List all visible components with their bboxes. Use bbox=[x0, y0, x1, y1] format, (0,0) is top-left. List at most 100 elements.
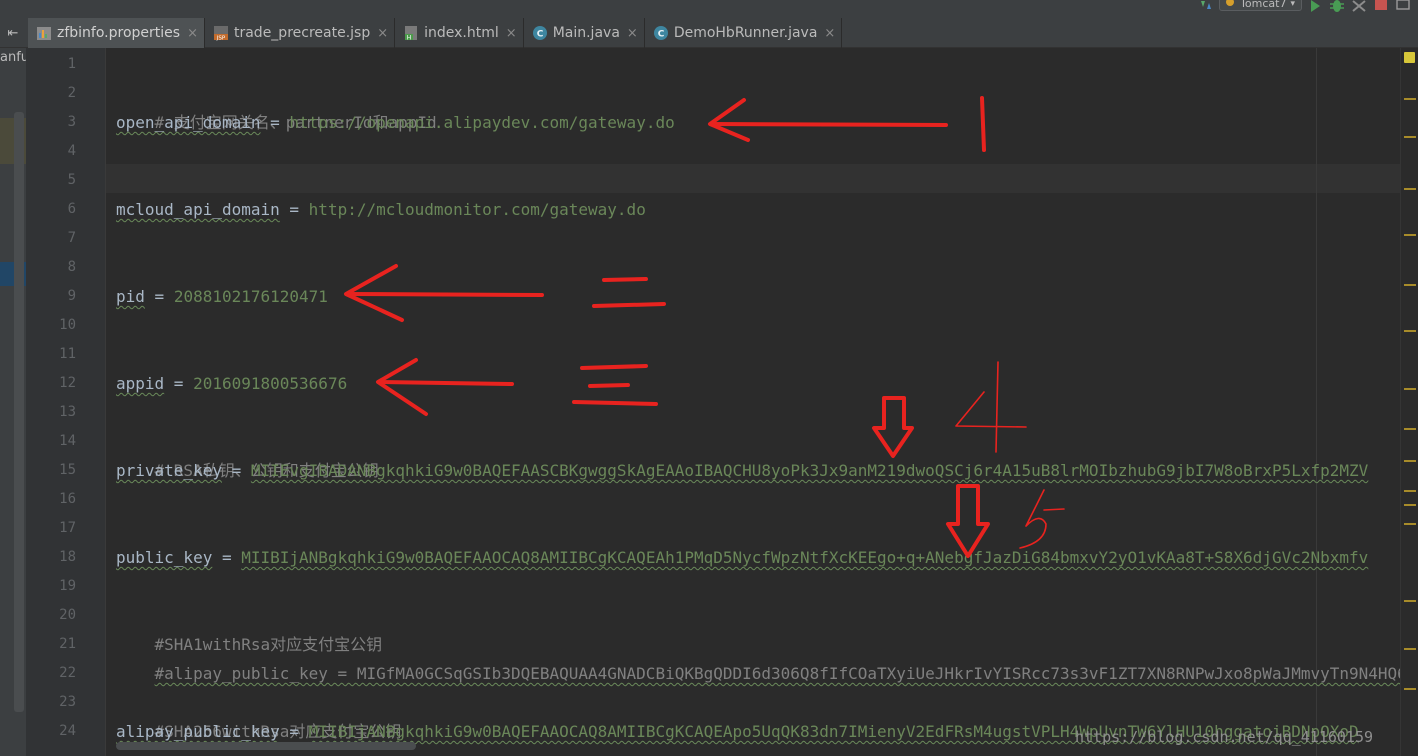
comment-text: #alipay_public_key = MIGfMA0GCSqGSIb3DQE… bbox=[154, 664, 1400, 683]
error-stripe bbox=[1400, 48, 1418, 756]
properties-file-icon bbox=[36, 25, 52, 41]
property-key: pid bbox=[116, 287, 145, 306]
run-icon[interactable] bbox=[1306, 0, 1324, 12]
line-number: 2 bbox=[67, 85, 76, 101]
warning-marker[interactable] bbox=[1404, 504, 1416, 506]
project-panel: anfu bbox=[0, 48, 26, 756]
property-separator: = bbox=[212, 548, 242, 567]
hide-panel-icon[interactable]: ⇤ bbox=[0, 18, 26, 48]
property-separator: = bbox=[260, 113, 290, 132]
svg-text:C: C bbox=[536, 30, 543, 40]
tab-label: trade_precreate.jsp bbox=[233, 25, 371, 41]
toolbar-actions: Tomcat7 ▾ bbox=[1197, 0, 1418, 18]
line-number: 22 bbox=[59, 665, 76, 681]
jsp-file-icon: JSP bbox=[213, 25, 229, 42]
property-separator: = bbox=[221, 461, 251, 480]
tab-label: index.html bbox=[424, 25, 499, 41]
close-tab-icon[interactable]: × bbox=[506, 26, 517, 41]
code-line-20[interactable]: #SHA1withRsa对应支付宝公钥 bbox=[116, 601, 383, 654]
java-class-icon: C bbox=[532, 25, 548, 41]
warning-marker[interactable] bbox=[1404, 428, 1416, 430]
warning-marker[interactable] bbox=[1404, 523, 1416, 525]
property-value: MIIEvgIBADANBgkqhkiG9w0BAQEFAASCBKgwggSk… bbox=[250, 461, 1369, 480]
debug-icon[interactable] bbox=[1328, 0, 1346, 12]
close-tab-icon[interactable]: × bbox=[377, 26, 388, 41]
svg-text:C: C bbox=[658, 30, 665, 40]
run-config-selector[interactable]: Tomcat7 ▾ bbox=[1219, 0, 1302, 11]
warning-marker[interactable] bbox=[1404, 136, 1416, 138]
property-key: alipay_public_key bbox=[116, 722, 280, 741]
code-line-12[interactable]: appid = 2016091800536676 bbox=[116, 369, 347, 398]
watermark-text: https://blog.csdn.net/qq_41160159 bbox=[1075, 728, 1374, 746]
property-separator: = bbox=[164, 374, 194, 393]
warning-marker[interactable] bbox=[1404, 688, 1416, 690]
project-panel-scrollbar[interactable] bbox=[14, 112, 24, 712]
warning-marker[interactable] bbox=[1404, 330, 1416, 332]
stop-icon[interactable] bbox=[1372, 0, 1390, 12]
line-number: 13 bbox=[59, 404, 76, 420]
code-line-14[interactable]: # RSA私钥、公钥和支付宝公钥 bbox=[116, 427, 379, 480]
code-line-2[interactable]: # 支付宝网关名、partnerId和appId bbox=[116, 79, 437, 132]
line-number: 11 bbox=[59, 346, 76, 362]
code-line-21[interactable]: #alipay_public_key = MIGfMA0GCSqGSIb3DQE… bbox=[116, 630, 1400, 683]
code-line-18[interactable]: public_key = MIIBIjANBgkqhkiG9w0BAQEFAAO… bbox=[116, 543, 1368, 572]
code-line-3[interactable]: open_api_domain = https://openapi.alipay… bbox=[116, 108, 675, 137]
tab-trade-precreate-jsp[interactable]: JSP trade_precreate.jsp × bbox=[205, 18, 396, 48]
property-value: https://openapi.alipaydev.com/gateway.do bbox=[289, 113, 675, 132]
property-separator: = bbox=[279, 200, 309, 219]
line-number: 9 bbox=[67, 288, 76, 304]
run-config-icon bbox=[1224, 0, 1236, 10]
inspection-status-icon[interactable] bbox=[1404, 52, 1415, 63]
tab-label: DemoHbRunner.java bbox=[673, 25, 818, 41]
close-tab-icon[interactable]: × bbox=[187, 26, 198, 41]
property-value: MIIBIjANBgkqhkiG9w0BAQEFAAOCAQ8AMIIBCgKC… bbox=[241, 548, 1369, 567]
coverage-icon[interactable] bbox=[1350, 0, 1368, 12]
horizontal-scrollbar[interactable] bbox=[116, 742, 416, 750]
line-number: 8 bbox=[67, 259, 76, 275]
warning-marker[interactable] bbox=[1404, 234, 1416, 236]
line-number: 10 bbox=[59, 317, 76, 333]
tab-demohbrunner-java[interactable]: C DemoHbRunner.java × bbox=[645, 18, 843, 48]
line-number: 5 bbox=[67, 172, 76, 188]
property-key: appid bbox=[116, 374, 165, 393]
property-key: public_key bbox=[116, 548, 213, 567]
line-number: 16 bbox=[59, 491, 76, 507]
layout-icon[interactable] bbox=[1394, 0, 1412, 12]
property-key: mcloud_api_domain bbox=[116, 200, 280, 219]
code-line-23[interactable]: #SHA256withRsa对应支付宝公钥 bbox=[116, 688, 402, 741]
property-key: open_api_domain bbox=[116, 113, 261, 132]
warning-marker[interactable] bbox=[1404, 388, 1416, 390]
warning-marker[interactable] bbox=[1404, 284, 1416, 286]
line-number: 18 bbox=[59, 549, 76, 565]
code-line-6[interactable]: mcloud_api_domain = http://mcloudmonitor… bbox=[116, 195, 646, 224]
close-tab-icon[interactable]: × bbox=[824, 26, 835, 41]
property-value: 2016091800536676 bbox=[193, 374, 348, 393]
code-line-15[interactable]: private_key = MIIEvgIBADANBgkqhkiG9w0BAQ… bbox=[116, 456, 1368, 485]
tab-zfbinfo-properties[interactable]: zfbinfo.properties × bbox=[28, 18, 205, 48]
tab-main-java[interactable]: C Main.java × bbox=[524, 18, 645, 48]
warning-marker[interactable] bbox=[1404, 490, 1416, 492]
line-number: 14 bbox=[59, 433, 76, 449]
line-number-gutter: 1 2 3 4 5 6 7 8 9 10 11 12 13 14 15 16 1… bbox=[26, 48, 106, 756]
warning-marker[interactable] bbox=[1404, 188, 1416, 190]
line-number: 21 bbox=[59, 636, 76, 652]
code-editor[interactable]: # 支付宝网关名、partnerId和appId open_api_domain… bbox=[106, 48, 1400, 756]
line-number: 17 bbox=[59, 520, 76, 536]
warning-marker[interactable] bbox=[1404, 648, 1416, 650]
property-value: 2088102176120471 bbox=[173, 287, 328, 306]
build-icon[interactable] bbox=[1197, 0, 1215, 12]
line-number: 19 bbox=[59, 578, 76, 594]
property-separator: = bbox=[144, 287, 174, 306]
warning-marker[interactable] bbox=[1404, 600, 1416, 602]
code-line-9[interactable]: pid = 2088102176120471 bbox=[116, 282, 328, 311]
warning-marker[interactable] bbox=[1404, 98, 1416, 100]
property-value: http://mcloudmonitor.com/gateway.do bbox=[308, 200, 646, 219]
tab-index-html[interactable]: H index.html × bbox=[395, 18, 524, 48]
toolbar: Tomcat7 ▾ bbox=[0, 0, 1418, 18]
line-number: 7 bbox=[67, 230, 76, 246]
html-file-icon: H bbox=[403, 25, 419, 42]
line-number: 20 bbox=[59, 607, 76, 623]
line-number: 15 bbox=[59, 462, 76, 478]
close-tab-icon[interactable]: × bbox=[627, 26, 638, 41]
warning-marker[interactable] bbox=[1404, 460, 1416, 462]
